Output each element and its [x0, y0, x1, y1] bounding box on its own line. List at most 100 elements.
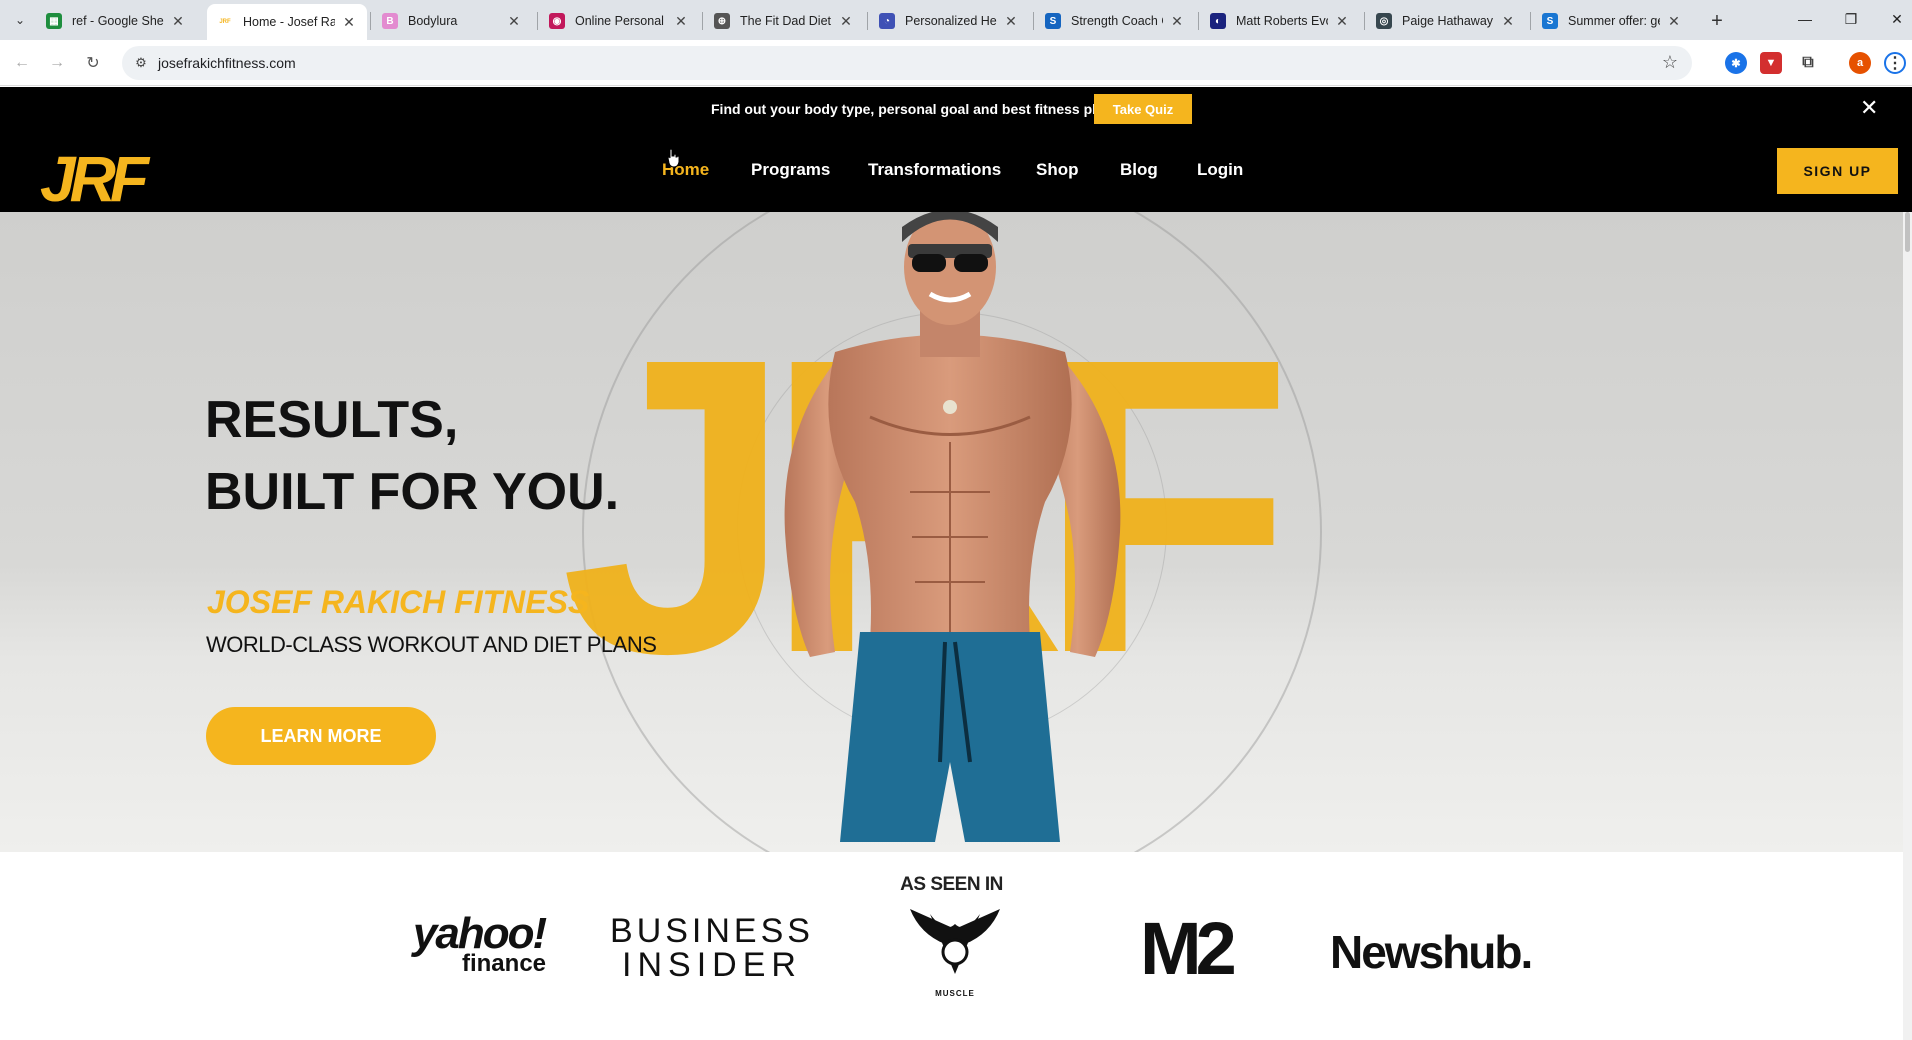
puzzle-extensions-icon[interactable]: ⧉ [1797, 52, 1819, 74]
tab-close-icon[interactable]: ✕ [506, 13, 522, 30]
tab-separator [1033, 12, 1034, 30]
take-quiz-button[interactable]: Take Quiz [1094, 94, 1192, 124]
tab-close-icon[interactable]: ✕ [170, 13, 186, 30]
browser-tab[interactable]: B Bodylura ✕ [372, 6, 532, 36]
tab-separator [1198, 12, 1199, 30]
main-nav: JRF Home Programs Transformations Shop B… [0, 132, 1912, 215]
tab-title: Strength Coach G [1071, 14, 1163, 28]
menu-kebab-icon[interactable]: ⋮ [1884, 52, 1906, 74]
nz-muscle-logo: MUSCLE [900, 904, 1010, 998]
tab-separator [537, 12, 538, 30]
nav-programs[interactable]: Programs [751, 160, 830, 180]
tab-close-icon[interactable]: ✕ [1334, 13, 1350, 30]
browser-toolbar: ← → ↻ ⚙ josefrakichfitness.com ☆ ✱ ▼ ⧉ a… [0, 40, 1912, 86]
shield-extension-icon[interactable]: ▼ [1760, 52, 1782, 74]
announcement-text: Find out your body type, personal goal a… [711, 101, 1118, 117]
hero-brand-name: JOSEF RAKICH FITNESS [207, 584, 590, 620]
minimize-icon[interactable]: — [1790, 6, 1820, 32]
tab-close-icon[interactable]: ✕ [838, 13, 854, 30]
tab-close-icon[interactable]: ✕ [1003, 13, 1019, 30]
as-seen-in-section: AS SEEN IN yahoo! finance BUSINESS INSID… [0, 852, 1903, 1040]
nav-login[interactable]: Login [1197, 160, 1243, 180]
bi-logo-top: BUSINESS [610, 912, 814, 950]
forward-icon[interactable]: → [45, 51, 69, 75]
tab-favicon-icon: ◔ [879, 13, 895, 29]
nz-muscle-text: MUSCLE [935, 989, 975, 998]
reload-icon[interactable]: ↻ [81, 51, 105, 75]
tab-favicon-icon: ⊕ [714, 13, 730, 29]
address-bar[interactable]: ⚙ josefrakichfitness.com ☆ [122, 46, 1692, 80]
tab-separator [867, 12, 868, 30]
eagle-emblem-icon [910, 909, 1000, 974]
tab-title: Matt Roberts Evo [1236, 14, 1328, 28]
back-icon[interactable]: ← [10, 51, 34, 75]
tab-title: Summer offer: ge [1568, 14, 1660, 28]
m2-logo: M2 [1140, 907, 1237, 990]
tab-title: Personalized Hea [905, 14, 997, 28]
tab-title: Home - Josef Rak [243, 15, 335, 29]
site-info-icon[interactable]: ⚙ [132, 54, 150, 72]
tab-close-icon[interactable]: ✕ [673, 13, 689, 30]
nav-shop[interactable]: Shop [1036, 160, 1079, 180]
tab-favicon-icon: ◉ [549, 13, 565, 29]
browser-tab[interactable]: ◔ Personalized Hea ✕ [869, 6, 1029, 36]
tab-separator [702, 12, 703, 30]
restore-icon[interactable]: ❐ [1836, 6, 1866, 32]
tab-title: Bodylura [408, 14, 458, 28]
tab-close-icon[interactable]: ✕ [341, 14, 357, 31]
tab-close-icon[interactable]: ✕ [1500, 13, 1516, 30]
tab-favicon-icon: S [1542, 13, 1558, 29]
browser-tab[interactable]: JRF Home - Josef Rak ✕ [207, 4, 367, 40]
tab-title: ref - Google Shee [72, 14, 164, 28]
extension-icon[interactable]: ✱ [1725, 52, 1747, 74]
learn-more-button[interactable]: LEARN MORE [206, 707, 436, 765]
url-text: josefrakichfitness.com [158, 55, 296, 71]
new-tab-button[interactable]: + [1704, 8, 1730, 34]
tab-separator [1530, 12, 1531, 30]
tab-separator [370, 12, 371, 30]
bookmark-star-icon[interactable]: ☆ [1662, 52, 1678, 73]
hero-section: JRF [0, 212, 1903, 852]
hero-headline-line2: BUILT FOR YOU. [205, 463, 620, 521]
yahoo-logo-bottom: finance [461, 950, 547, 977]
browser-tab[interactable]: S Summer offer: ge ✕ [1532, 6, 1692, 36]
browser-tab[interactable]: ⊕ The Fit Dad Diet: ✕ [704, 6, 864, 36]
close-announcement-icon[interactable]: ✕ [1860, 95, 1878, 121]
tab-title: Online Personal T [575, 14, 667, 28]
business-insider-logo: BUSINESS INSIDER [607, 914, 817, 982]
browser-tab[interactable]: ▦ ref - Google Shee ✕ [36, 6, 196, 36]
browser-tab-strip: ⌄ ▦ ref - Google Shee ✕ JRF Home - Josef Rak… [0, 0, 1912, 40]
browser-tab[interactable]: S Strength Coach G ✕ [1035, 6, 1195, 36]
browser-tab[interactable]: ◐ Matt Roberts Evo ✕ [1200, 6, 1360, 36]
tab-favicon-icon: ◐ [1210, 13, 1226, 29]
tab-favicon-icon: S [1045, 13, 1061, 29]
newshub-logo: Newshub. [1330, 926, 1533, 978]
mouse-cursor-icon [667, 148, 680, 168]
yahoo-finance-logo: yahoo! finance [404, 909, 554, 977]
tab-favicon-icon: ▦ [46, 13, 62, 29]
tab-favicon-icon: B [382, 13, 398, 29]
close-window-icon[interactable]: ✕ [1882, 6, 1912, 32]
tab-separator [1364, 12, 1365, 30]
site-logo[interactable]: JRF [40, 142, 149, 216]
browser-tab[interactable]: ◎ Paige Hathaway ✕ [1366, 6, 1526, 36]
tab-close-icon[interactable]: ✕ [1169, 13, 1185, 30]
sign-up-button[interactable]: SIGN UP [1777, 148, 1898, 194]
tab-search-icon[interactable]: ⌄ [8, 8, 32, 32]
athlete-image [784, 212, 1121, 842]
page-scrollbar[interactable] [1903, 212, 1912, 1040]
as-seen-in-title: AS SEEN IN [900, 874, 1003, 895]
browser-tab[interactable]: ◉ Online Personal T ✕ [539, 6, 699, 36]
nav-transformations[interactable]: Transformations [868, 160, 1001, 180]
nav-blog[interactable]: Blog [1120, 160, 1158, 180]
tab-close-icon[interactable]: ✕ [1666, 13, 1682, 30]
yahoo-logo-top: yahoo! [412, 909, 547, 958]
hero-tagline: WORLD-CLASS WORKOUT AND DIET PLANS [206, 632, 657, 657]
scrollbar-thumb[interactable] [1905, 212, 1910, 252]
profile-avatar[interactable]: a [1849, 52, 1871, 74]
tab-favicon-icon: ◎ [1376, 13, 1392, 29]
tab-favicon-icon: JRF [219, 19, 231, 25]
web-page: Find out your body type, personal goal a… [0, 87, 1912, 1040]
hero-headline-line1: RESULTS, [205, 391, 459, 449]
bi-logo-bottom: INSIDER [622, 946, 802, 984]
